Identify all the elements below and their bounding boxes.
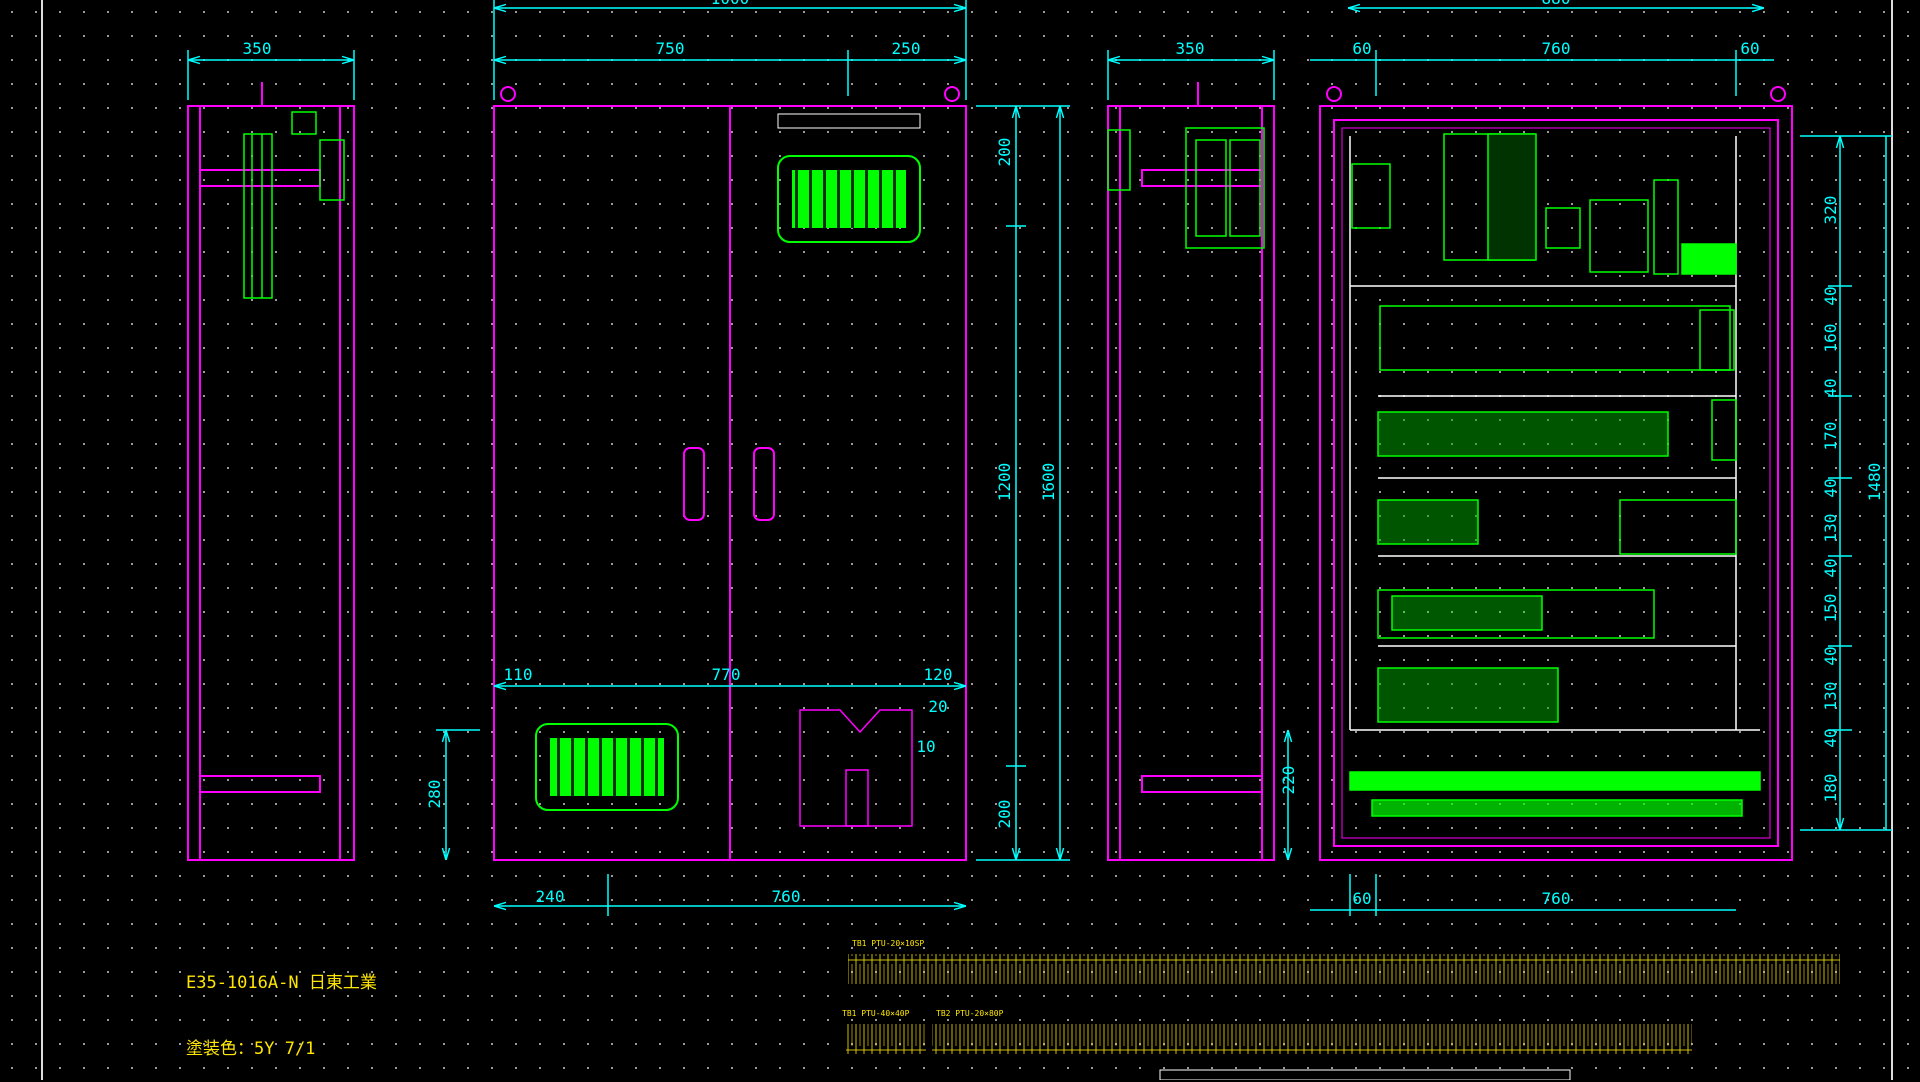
dim-rail-40b: 40 (1821, 378, 1840, 397)
dim-rail-160: 160 (1821, 324, 1840, 353)
dim-side-left-width: 350 (243, 39, 272, 58)
terminal-label-tb2: TB1 PTU-40×40P (842, 1009, 910, 1018)
dim-side-right-width: 350 (1176, 39, 1205, 58)
dim-inner-bottom-span: 760 (1542, 889, 1571, 908)
dim-inner-left-margin: 60 (1352, 39, 1371, 58)
dim-rail-170: 170 (1821, 422, 1840, 451)
grid-background (0, 0, 1920, 1080)
dim-small-20: 20 (928, 697, 947, 716)
dim-front-bottom-height: 200 (995, 800, 1014, 829)
paint-color-line: 塗装色：5Y 7/1 (186, 1039, 316, 1059)
dim-rail-40e: 40 (1821, 646, 1840, 665)
dim-front-split-right: 250 (892, 39, 921, 58)
dim-rail-320: 320 (1821, 196, 1840, 225)
dim-bottom-vent-height: 280 (425, 780, 444, 809)
dim-side-right-bottom: 220 (1279, 766, 1298, 795)
cabinet-model-line: E35-1016A-N 日東工業 (186, 973, 377, 993)
dim-front-total-width: 1000 (711, 0, 750, 8)
dim-front-total-height: 1600 (1039, 463, 1058, 502)
dim-vent-span: 770 (712, 665, 741, 684)
dim-inner-bottom-left: 60 (1352, 889, 1371, 908)
dim-rail-130a: 130 (1821, 514, 1840, 543)
dim-inner-total-height: 1480 (1865, 463, 1884, 502)
dim-bottom-left-offset: 240 (536, 887, 565, 906)
terminal-label-tb3: TB2 PTU-20×80P (936, 1009, 1004, 1018)
dim-inner-total-width: 880 (1542, 0, 1571, 8)
dim-small-10: 10 (916, 737, 935, 756)
dim-front-split-left: 750 (656, 39, 685, 58)
dim-front-top-height: 200 (995, 138, 1014, 167)
dim-rail-40d: 40 (1821, 558, 1840, 577)
cad-drawing-canvas[interactable]: 350 1000 750 250 350 880 60 760 60 110 7… (0, 0, 1920, 1080)
dim-bottom-span: 760 (772, 887, 801, 906)
dim-inner-mid-width: 760 (1542, 39, 1571, 58)
terminal-label-tb1: TB1 PTU-20×10SP (852, 939, 924, 948)
dim-inner-right-margin: 60 (1740, 39, 1759, 58)
dim-rail-150: 150 (1821, 594, 1840, 623)
dim-front-mid-height: 1200 (995, 463, 1014, 502)
dim-rail-40c: 40 (1821, 478, 1840, 497)
dim-rail-40a: 40 (1821, 286, 1840, 305)
dim-rail-180: 180 (1821, 774, 1840, 803)
cabinet-model-note: E35-1016A-N 日東工業 塗装色：5Y 7/1 (186, 928, 377, 1082)
dim-vent-offset-right: 120 (924, 665, 953, 684)
dim-vent-offset-left: 110 (504, 665, 533, 684)
dim-rail-130b: 130 (1821, 682, 1840, 711)
dim-rail-40f: 40 (1821, 728, 1840, 747)
